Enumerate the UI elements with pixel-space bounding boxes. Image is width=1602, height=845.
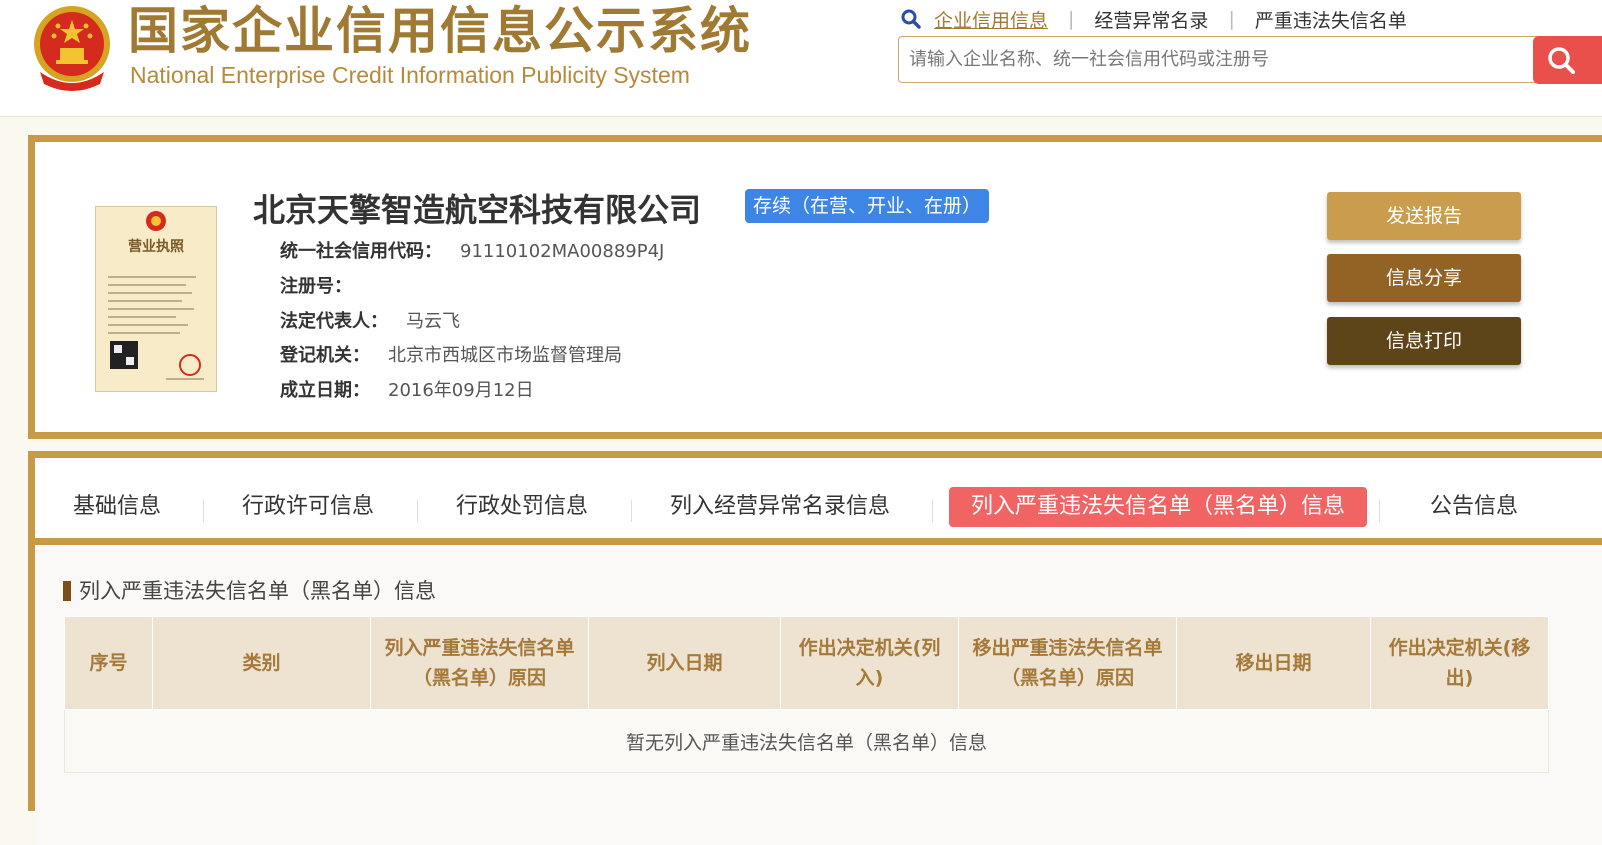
site-subtitle: National Enterprise Credit Information P… — [130, 62, 690, 88]
nav-abnormal-list[interactable]: 经营异常名录 — [1094, 6, 1208, 33]
nav-serious-violation-list[interactable]: 严重违法失信名单 — [1255, 6, 1407, 33]
empty-message: 暂无列入严重违法失信名单（黑名单）信息 — [64, 709, 1549, 773]
magnifier-icon — [901, 9, 921, 29]
tab-separator — [932, 500, 933, 522]
company-name: 北京天擎智造航空科技有限公司 — [253, 191, 702, 229]
share-info-button[interactable]: 信息分享 — [1327, 254, 1521, 302]
send-report-button[interactable]: 发送报告 — [1327, 192, 1521, 240]
tab-separator — [203, 500, 204, 522]
info-label: 成立日期： — [280, 380, 370, 401]
tab-admin-penalty[interactable]: 行政处罚信息 — [456, 487, 588, 527]
info-row-registration-no: 注册号： — [280, 272, 370, 302]
info-row-established-date: 成立日期： 2016年09月12日 — [280, 376, 534, 406]
top-nav: 企业信用信息 | 经营异常名录 | 严重违法失信名单 — [900, 5, 1407, 33]
info-value: 马云飞 — [406, 311, 460, 332]
national-emblem-icon — [34, 6, 110, 91]
site-title: 国家企业信用信息公示系统 — [128, 2, 752, 60]
print-info-button[interactable]: 信息打印 — [1327, 317, 1521, 365]
search-icon — [1548, 47, 1575, 74]
table-header-row: 序号 类别 列入严重违法失信名单（黑名单）原因 列入日期 作出决定机关(列入) … — [64, 616, 1549, 710]
nav-separator: | — [1228, 8, 1235, 30]
info-value: 北京市西城区市场监督管理局 — [388, 345, 622, 366]
tab-announcements[interactable]: 公告信息 — [1430, 487, 1518, 527]
table-row: 暂无列入严重违法失信名单（黑名单）信息 — [64, 709, 1549, 773]
company-card: 营业执照 北京天擎智造航空科技有限公司 存续（在营、开业、在册） 统一社会信用代… — [28, 135, 1602, 439]
nav-enterprise-credit[interactable]: 企业信用信息 — [934, 6, 1048, 33]
tab-separator — [1379, 500, 1380, 522]
tab-separator — [417, 500, 418, 522]
column-header: 列入严重违法失信名单（黑名单）原因 — [370, 616, 589, 710]
info-tab-panel: 基础信息 行政许可信息 行政处罚信息 列入经营异常名录信息 列入严重违法失信名单… — [28, 451, 1602, 845]
tab-abnormal-list[interactable]: 列入经营异常名录信息 — [670, 487, 890, 527]
license-title: 营业执照 — [128, 238, 184, 255]
info-label: 法定代表人： — [280, 311, 388, 332]
search-input[interactable] — [898, 36, 1538, 83]
column-header: 类别 — [152, 616, 371, 710]
info-label: 注册号： — [280, 276, 352, 297]
column-header: 作出决定机关(移出) — [1370, 616, 1549, 710]
tab-serious-violation[interactable]: 列入严重违法失信名单（黑名单）信息 — [949, 487, 1368, 527]
info-row-registration-authority: 登记机关： 北京市西城区市场监督管理局 — [280, 341, 622, 371]
tab-basic-info[interactable]: 基础信息 — [73, 487, 161, 527]
nav-separator: | — [1068, 8, 1075, 30]
info-label: 登记机关： — [280, 345, 370, 366]
business-license-image: 营业执照 — [95, 206, 217, 392]
status-badge: 存续（在营、开业、在册） — [745, 189, 990, 223]
tab-separator — [631, 500, 632, 522]
section-title: 列入严重违法失信名单（黑名单）信息 — [63, 576, 436, 606]
column-header: 移出严重违法失信名单（黑名单）原因 — [958, 616, 1177, 710]
info-label: 统一社会信用代码： — [280, 241, 442, 262]
column-header: 列入日期 — [588, 616, 781, 710]
info-value: 91110102MA00889P4J — [460, 241, 665, 262]
info-row-credit-code: 统一社会信用代码： 91110102MA00889P4J — [280, 237, 664, 267]
tab-admin-license[interactable]: 行政许可信息 — [242, 487, 374, 527]
column-header: 序号 — [64, 616, 153, 710]
tab-bar: 基础信息 行政许可信息 行政处罚信息 列入经营异常名录信息 列入严重违法失信名单… — [35, 466, 1602, 545]
blacklist-table: 序号 类别 列入严重违法失信名单（黑名单）原因 列入日期 作出决定机关(列入) … — [64, 616, 1549, 773]
info-value: 2016年09月12日 — [388, 380, 534, 401]
column-header: 作出决定机关(列入) — [780, 616, 959, 710]
site-header: 国家企业信用信息公示系统 National Enterprise Credit … — [0, 0, 1602, 117]
info-row-legal-rep: 法定代表人： 马云飞 — [280, 307, 460, 337]
search-button[interactable] — [1533, 36, 1602, 84]
column-header: 移出日期 — [1176, 616, 1371, 710]
business-license-icon: 营业执照 — [108, 211, 204, 380]
